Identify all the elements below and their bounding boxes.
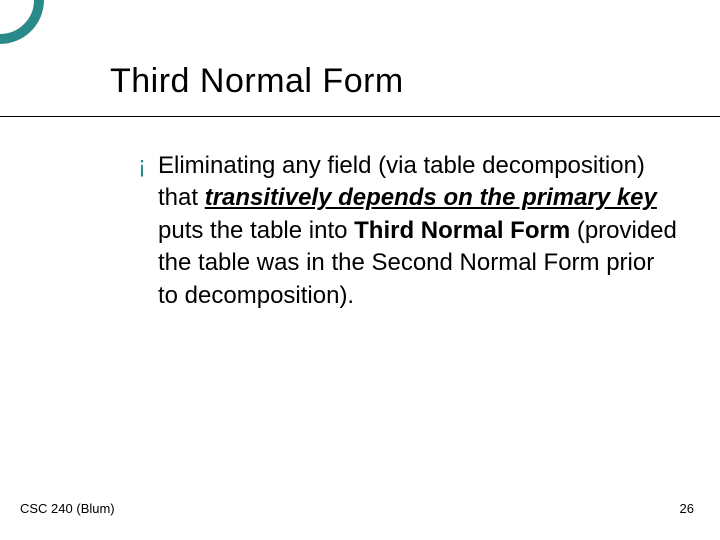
content-area: ¡ Eliminating any field (via table decom… xyxy=(138,150,678,312)
slide-title: Third Normal Form xyxy=(110,62,404,101)
bullet-emphasis: transitively depends on the primary key xyxy=(205,184,657,211)
bullet-text: Eliminating any field (via table decompo… xyxy=(158,150,678,312)
footer-course: CSC 240 (Blum) xyxy=(20,501,115,516)
bullet-item: ¡ Eliminating any field (via table decom… xyxy=(138,150,678,312)
decorative-ring-icon xyxy=(0,0,44,44)
bullet-bold: Third Normal Form xyxy=(354,217,570,244)
title-underline xyxy=(0,116,720,117)
footer-page-number: 26 xyxy=(680,501,694,516)
bullet-marker-icon: ¡ xyxy=(138,150,146,182)
bullet-part2: puts the table into xyxy=(158,217,354,244)
